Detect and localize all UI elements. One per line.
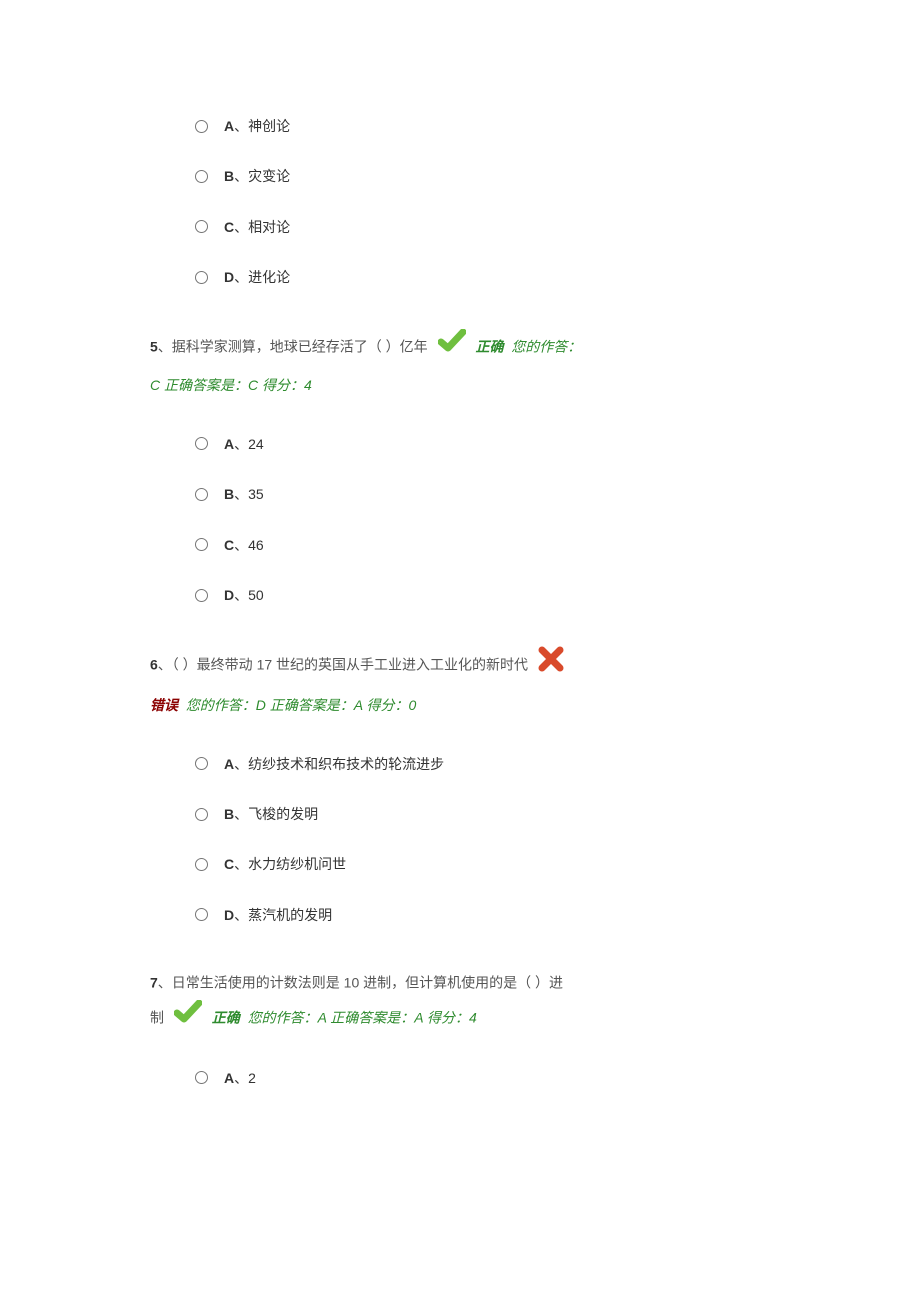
option-text: 、24 — [234, 436, 264, 452]
option-radio-a[interactable] — [195, 1071, 208, 1084]
option-label: C、46 — [224, 534, 264, 556]
question-number: 5 — [150, 338, 158, 354]
option-row: A、2 — [195, 1067, 770, 1089]
option-radio-b[interactable] — [195, 808, 208, 821]
option-text: 、进化论 — [234, 269, 290, 285]
status-correct: 正确 — [212, 1010, 240, 1026]
option-label: C、相对论 — [224, 216, 290, 238]
question-6-options: A、纺纱技术和织布技术的轮流进步 B、飞梭的发明 C、水力纺纱机问世 D、蒸汽机… — [150, 753, 770, 927]
option-text: 、神创论 — [234, 118, 290, 134]
option-letter: A — [224, 1070, 234, 1086]
question-6-feedback-line: 错误 您的作答：D 正确答案是：A 得分：0 — [150, 689, 770, 723]
option-row: C、46 — [195, 534, 770, 556]
option-radio-c[interactable] — [195, 858, 208, 871]
option-label: D、50 — [224, 584, 264, 606]
option-text: 、46 — [234, 537, 264, 553]
option-letter: B — [224, 806, 234, 822]
option-row: C、相对论 — [195, 216, 770, 238]
option-letter: D — [224, 269, 234, 285]
option-text: 、飞梭的发明 — [234, 806, 318, 822]
option-radio-d[interactable] — [195, 908, 208, 921]
option-text: 、灾变论 — [234, 168, 290, 184]
question-text: 、据科学家测算，地球已经存活了（ ）亿年 — [158, 338, 428, 354]
question-6-block: 6、（ ）最终带动 17 世纪的英国从手工业进入工业化的新时代 错误 您的作答：… — [150, 646, 770, 926]
option-letter: B — [224, 168, 234, 184]
option-text: 、纺纱技术和织布技术的轮流进步 — [234, 756, 444, 772]
question-5-options: A、24 B、35 C、46 D、50 — [150, 433, 770, 607]
option-radio-a[interactable] — [195, 120, 208, 133]
option-label: A、24 — [224, 433, 264, 455]
option-label: B、飞梭的发明 — [224, 803, 318, 825]
option-label: A、纺纱技术和织布技术的轮流进步 — [224, 753, 444, 775]
option-text: 、50 — [234, 587, 264, 603]
option-row: D、50 — [195, 584, 770, 606]
feedback-text: 您的作答：A 正确答案是：A 得分：4 — [244, 1010, 477, 1026]
option-letter: D — [224, 587, 234, 603]
option-row: C、水力纺纱机问世 — [195, 853, 770, 875]
option-label: B、灾变论 — [224, 165, 290, 187]
check-icon — [174, 1000, 202, 1037]
option-label: D、蒸汽机的发明 — [224, 904, 332, 926]
question-number: 7 — [150, 975, 158, 991]
question-text: 、（ ）最终带动 17 世纪的英国从手工业进入工业化的新时代 — [158, 657, 528, 673]
question-5-stem: 5、据科学家测算，地球已经存活了（ ）亿年 正确 您的作答： — [150, 329, 770, 366]
option-row: D、进化论 — [195, 266, 770, 288]
status-correct: 正确 — [475, 338, 503, 354]
option-text: 、35 — [234, 486, 264, 502]
question-4-options: A、神创论 B、灾变论 C、相对论 D、进化论 — [150, 115, 770, 289]
option-letter: A — [224, 756, 234, 772]
option-letter: B — [224, 486, 234, 502]
cross-icon — [538, 646, 564, 685]
option-radio-b[interactable] — [195, 488, 208, 501]
feedback-prefix: 您的作答： — [507, 338, 581, 354]
option-row: D、蒸汽机的发明 — [195, 904, 770, 926]
option-letter: D — [224, 907, 234, 923]
option-label: D、进化论 — [224, 266, 290, 288]
option-row: B、灾变论 — [195, 165, 770, 187]
option-row: B、飞梭的发明 — [195, 803, 770, 825]
option-letter: C — [224, 537, 234, 553]
option-label: A、2 — [224, 1067, 256, 1089]
option-letter: A — [224, 436, 234, 452]
option-radio-d[interactable] — [195, 589, 208, 602]
option-row: A、神创论 — [195, 115, 770, 137]
question-7-stem: 7、日常生活使用的计数法则是 10 进制，但计算机使用的是（ ）进 — [150, 966, 770, 1000]
option-radio-c[interactable] — [195, 220, 208, 233]
question-6-stem: 6、（ ）最终带动 17 世纪的英国从手工业进入工业化的新时代 — [150, 646, 770, 685]
option-radio-d[interactable] — [195, 271, 208, 284]
option-label: C、水力纺纱机问世 — [224, 853, 346, 875]
question-7-stem-line2: 制 正确 您的作答：A 正确答案是：A 得分：4 — [150, 1000, 770, 1037]
option-radio-a[interactable] — [195, 757, 208, 770]
option-text: 、2 — [234, 1070, 256, 1086]
option-text: 、蒸汽机的发明 — [234, 907, 332, 923]
option-row: A、纺纱技术和织布技术的轮流进步 — [195, 753, 770, 775]
question-7-options: A、2 — [150, 1067, 770, 1089]
option-letter: C — [224, 856, 234, 872]
option-row: A、24 — [195, 433, 770, 455]
question-5-feedback: C 正确答案是：C 得分：4 — [150, 369, 770, 403]
feedback-prefix: 您的作答：D 正确答案是：A 得分：0 — [182, 697, 416, 713]
option-radio-c[interactable] — [195, 538, 208, 551]
option-letter: C — [224, 219, 234, 235]
question-4-block: A、神创论 B、灾变论 C、相对论 D、进化论 — [150, 115, 770, 289]
check-icon — [438, 329, 466, 366]
option-radio-b[interactable] — [195, 170, 208, 183]
option-radio-a[interactable] — [195, 437, 208, 450]
question-7-block: 7、日常生活使用的计数法则是 10 进制，但计算机使用的是（ ）进 制 正确 您… — [150, 966, 770, 1089]
option-text: 、相对论 — [234, 219, 290, 235]
question-5-block: 5、据科学家测算，地球已经存活了（ ）亿年 正确 您的作答： C 正确答案是：C… — [150, 329, 770, 607]
question-text-part2: 制 — [150, 1010, 164, 1026]
question-text-part1: 、日常生活使用的计数法则是 10 进制，但计算机使用的是（ ）进 — [158, 975, 563, 991]
option-label: B、35 — [224, 483, 264, 505]
option-text: 、水力纺纱机问世 — [234, 856, 346, 872]
option-row: B、35 — [195, 483, 770, 505]
option-letter: A — [224, 118, 234, 134]
question-number: 6 — [150, 657, 158, 673]
status-wrong: 错误 — [150, 697, 178, 713]
option-label: A、神创论 — [224, 115, 290, 137]
